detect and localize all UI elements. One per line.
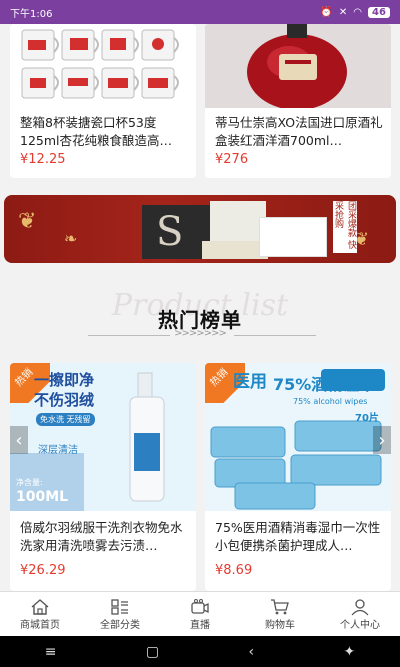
mute-icon: ✕	[338, 6, 348, 18]
product-box-image	[259, 217, 327, 257]
section-arrows: >>>>>>>	[174, 328, 227, 339]
image-caption: 不伤羽绒	[34, 391, 95, 409]
product-title: 整箱8杯装搪瓷口杯53度125ml杏花纯粮食酿造高…	[20, 115, 173, 148]
nav-item-category[interactable]: 全部分类	[80, 592, 160, 636]
nav-item-home[interactable]: 商城首页	[0, 592, 80, 636]
product-card-cups[interactable]: 整箱8杯装搪瓷口杯53度125ml杏花纯粮食酿造高… ¥12.25	[10, 24, 196, 178]
home-icon	[31, 598, 49, 615]
image-caption: 净含量:	[16, 478, 43, 487]
product-image	[10, 24, 196, 108]
product-title: 倍威尔羽绒服干洗剂衣物免水洗家用清洗喷雾去污渍…	[20, 520, 183, 553]
hot-product-card-cleaner[interactable]: 热销 一擦即净 不伤羽绒 免水洗 无残留 深层清洁 净含量: 100ML 倍威尔…	[10, 363, 196, 591]
carousel-next-button[interactable]: ›	[373, 426, 391, 454]
image-caption: 医用	[233, 372, 267, 392]
image-caption: 一擦即净	[34, 371, 95, 389]
product-price: ¥8.69	[215, 563, 253, 578]
live-icon	[191, 598, 209, 614]
home-square-icon[interactable]: ▢	[146, 644, 159, 660]
main-scroll[interactable]: 整箱8杯装搪瓷口杯53度125ml杏花纯粮食酿造高… ¥12.25 蒂马仕崇高X…	[0, 24, 400, 591]
alarm-icon: ⏰	[320, 6, 333, 18]
nav-label: 直播	[190, 619, 210, 631]
nav-label: 商城首页	[20, 619, 60, 631]
leaf-ornament-icon: ❦	[18, 209, 37, 234]
status-time: 下午1:06	[10, 8, 53, 20]
nav-item-cart[interactable]: 购物车	[240, 592, 320, 636]
promo-banner[interactable]: ❦ ❧ ❦ S 团采爆款 快采抢购	[4, 195, 396, 263]
nav-label: 全部分类	[100, 619, 140, 631]
image-caption: 100ML	[16, 489, 69, 505]
hot-product-card-wipes[interactable]: 热销 医用 75%酒精湿巾 75% alcohol wipes 70片 75%医…	[205, 363, 391, 591]
product-image	[205, 24, 391, 108]
image-caption: 深层清洁	[38, 445, 78, 456]
image-caption: 75%酒精湿巾	[273, 375, 376, 394]
image-caption: 75% alcohol wipes	[293, 397, 368, 406]
cart-icon	[271, 598, 289, 614]
menu-icon[interactable]: ≡	[45, 644, 57, 660]
nav-item-user[interactable]: 个人中心	[320, 592, 400, 636]
product-title: 蒂马仕崇高XO法国进口原酒礼盒装红酒洋酒700ml…	[215, 115, 383, 148]
system-nav-bar: ≡ ▢ ‹ ✦	[0, 636, 400, 667]
product-price: ¥26.29	[20, 563, 66, 578]
product-card-xo[interactable]: 蒂马仕崇高XO法国进口原酒礼盒装红酒洋酒700ml… ¥276	[205, 24, 391, 178]
nav-item-live[interactable]: 直播	[160, 592, 240, 636]
status-bar: 下午1:06 ⏰ ✕ ◠ 46	[0, 0, 400, 24]
image-caption: 免水洗 无残留	[36, 413, 95, 426]
battery-icon: 46	[368, 6, 390, 18]
back-icon[interactable]: ‹	[249, 644, 255, 660]
bottom-nav: 商城首页 全部分类 直播 购物车 个人中心	[0, 591, 400, 636]
product-box-image	[210, 201, 266, 241]
accessibility-icon[interactable]: ✦	[344, 644, 356, 660]
wifi-icon: ◠	[353, 6, 362, 18]
leaf-ornament-icon: ❧	[64, 229, 78, 248]
status-icons: ⏰ ✕ ◠ 46	[320, 6, 390, 18]
nav-label: 购物车	[265, 619, 295, 631]
category-icon	[111, 598, 128, 615]
product-price: ¥12.25	[20, 152, 66, 167]
product-price: ¥276	[215, 152, 249, 167]
product-title: 75%医用酒精消毒湿巾一次性小包便携杀菌护理成人…	[215, 520, 381, 553]
banner-side-tag: 团采爆款 快采抢购	[333, 201, 357, 253]
image-caption: 70片	[355, 413, 379, 424]
user-icon	[351, 598, 369, 615]
carousel-prev-button[interactable]: ‹	[10, 426, 28, 454]
nav-label: 个人中心	[340, 619, 380, 631]
